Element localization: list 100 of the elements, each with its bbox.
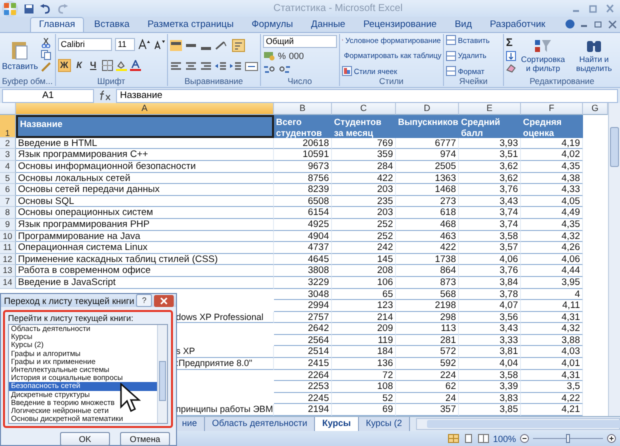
table-cell: 568 [396, 288, 459, 300]
vertical-scrollbar[interactable] [608, 103, 620, 416]
brush-icon[interactable] [41, 62, 52, 72]
help-icon[interactable] [565, 19, 575, 29]
close-icon[interactable] [608, 20, 617, 29]
increase-decimal-icon[interactable] [262, 64, 276, 75]
wrap-text-icon[interactable] [232, 38, 245, 52]
thousands-button[interactable]: 000 [288, 50, 304, 61]
orientation-icon[interactable] [214, 40, 229, 50]
group-label: Редактирование [528, 76, 596, 86]
font-size-field[interactable]: 11 [114, 38, 135, 51]
find-select-button[interactable]: Найти и выделить [570, 38, 618, 72]
row-header[interactable]: 3 [0, 149, 16, 161]
table-cell: 4,49 [521, 207, 583, 219]
fill-color-icon[interactable] [116, 60, 127, 71]
align-center-icon[interactable] [184, 60, 197, 72]
ribbon-tab[interactable]: Данные [303, 18, 354, 32]
align-top-icon[interactable] [170, 40, 182, 50]
row-header[interactable]: 4 [0, 160, 16, 173]
align-right-icon[interactable] [200, 60, 212, 72]
row-header[interactable]: 6 [0, 184, 16, 196]
office-button[interactable] [2, 0, 18, 16]
list-scrollbar[interactable] [157, 325, 167, 424]
column-header[interactable]: D [396, 103, 459, 115]
ribbon-tab[interactable]: Разметка страницы [139, 18, 242, 32]
zoom-slider-thumb[interactable] [566, 434, 570, 443]
column-header[interactable]: C [332, 103, 396, 115]
font-name-field[interactable]: Calibri [58, 38, 112, 51]
ribbon-tab[interactable]: Формулы [244, 18, 302, 32]
sort-filter-button[interactable]: Сортировка и фильтр [519, 38, 567, 72]
table-cell: 284 [332, 160, 396, 173]
shrink-font-icon[interactable] [152, 39, 165, 50]
dialog-button[interactable]: Отмена [120, 432, 170, 446]
help-button[interactable]: ? [136, 294, 152, 307]
zoom-level[interactable]: 100% [492, 434, 516, 444]
restore-icon[interactable] [594, 20, 603, 29]
ribbon-tab[interactable]: Вставка [86, 18, 138, 32]
grow-font-icon[interactable] [138, 39, 150, 50]
filter-icon [534, 38, 552, 54]
row-header[interactable]: 7 [0, 196, 16, 208]
number-format-field[interactable]: Общий [262, 35, 337, 48]
column-header[interactable]: G [583, 103, 608, 115]
merge-cells-icon[interactable] [244, 60, 258, 72]
table-cell: 3,84 [459, 276, 521, 288]
ribbon-tab[interactable]: Вид [446, 18, 480, 32]
zoom-in-icon[interactable] [607, 434, 616, 443]
horizontal-scrollbar[interactable] [416, 418, 620, 430]
column-header[interactable]: E [459, 103, 521, 115]
autosum-button[interactable]: Σ [506, 38, 516, 48]
sheet-tab[interactable]: Область деятельности [205, 417, 316, 431]
ribbon-tab[interactable]: Рецензирование [355, 18, 445, 32]
sheet-tab[interactable]: Курсы (2 [358, 417, 410, 431]
undo-icon[interactable] [40, 4, 51, 14]
borders-icon[interactable] [102, 60, 113, 71]
row-header[interactable]: 10 [0, 230, 16, 242]
percent-button[interactable]: % [278, 50, 286, 61]
table-cell: 252 [332, 218, 396, 231]
column-header[interactable]: B [274, 103, 332, 115]
ribbon-tab[interactable]: Главная [30, 17, 84, 32]
table-cell: 108 [332, 381, 396, 393]
row-header[interactable]: 5 [0, 172, 16, 184]
row-header[interactable]: 11 [0, 242, 16, 254]
table-cell: 3,43 [459, 196, 521, 208]
formula-field[interactable]: Название [116, 88, 618, 102]
page-layout-icon[interactable] [462, 434, 474, 443]
column-header[interactable]: A [16, 103, 274, 115]
row-header[interactable]: 9 [0, 218, 16, 231]
paste-button[interactable]: Вставить [2, 40, 38, 70]
header-cell: Всего студентов [274, 114, 332, 138]
row-header[interactable]: 8 [0, 207, 16, 219]
copy-icon[interactable] [41, 50, 52, 60]
underline-button[interactable]: Ч [88, 60, 99, 71]
decrease-indent-icon[interactable] [214, 60, 227, 72]
row-header[interactable]: 12 [0, 254, 16, 266]
save-icon[interactable] [24, 4, 34, 14]
increase-indent-icon[interactable] [230, 60, 242, 72]
sheet-tab[interactable]: Курсы [315, 417, 359, 431]
ribbon-tab[interactable]: Разработчик [482, 18, 554, 32]
close-button[interactable] [154, 294, 174, 306]
row-header[interactable]: 2 [0, 138, 16, 150]
row-header[interactable]: 14 [0, 276, 16, 288]
scissors-icon[interactable] [41, 38, 52, 48]
sheet-tab[interactable]: ние [175, 417, 206, 431]
eraser-icon[interactable] [506, 62, 516, 72]
bold-button[interactable]: Ж [58, 59, 71, 72]
zoom-out-icon[interactable] [520, 434, 529, 443]
align-left-icon[interactable] [170, 60, 182, 72]
font-color-icon[interactable] [130, 60, 141, 71]
italic-button[interactable]: К [74, 60, 85, 71]
row-header[interactable]: 1 [0, 114, 16, 138]
page-break-icon[interactable] [478, 434, 489, 443]
decrease-decimal-icon[interactable] [278, 64, 292, 75]
row-header[interactable]: 13 [0, 265, 16, 277]
dialog-button[interactable]: OK [60, 432, 110, 446]
column-header[interactable]: F [521, 103, 583, 115]
name-box[interactable]: A1 [2, 88, 94, 102]
fill-down-icon[interactable] [506, 50, 516, 60]
function-icon[interactable] [98, 90, 112, 101]
sheet-list[interactable] [8, 324, 168, 424]
clipboard-icon [11, 40, 30, 60]
